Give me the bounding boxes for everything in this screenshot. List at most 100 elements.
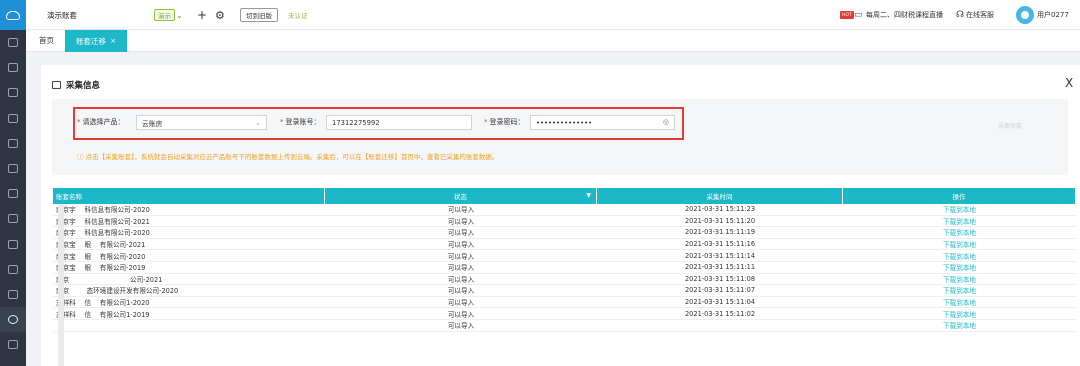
gear-icon[interactable]: ⚙ (215, 0, 225, 30)
cell-name: 南京宝 眼 有限公司-2021 (56, 241, 146, 250)
download-link[interactable]: 下载到本地 (843, 250, 1076, 261)
table-row: 南京宝 眼 有限公司-2020 可以导入 2021-03-31 15:11:14 下载… (53, 250, 1076, 262)
col-action: 操作 (843, 188, 1076, 204)
demo-badge: 演示 (154, 9, 175, 21)
cloud-logo-icon (6, 10, 20, 20)
panel-title-text: 采集信息 (66, 81, 101, 91)
collect-button[interactable]: 采集账套 (998, 121, 1022, 130)
download-link[interactable]: 下载到本地 (843, 227, 1076, 238)
salary-icon (8, 264, 18, 274)
chevron-down-icon: ⌄ (255, 119, 261, 127)
cash-icon (8, 289, 18, 299)
cell-time: 2021-03-31 15:11:08 (684, 274, 756, 283)
top-bar: 演示账套 演示 ⌄ + ⚙ 切到旧版 未认证 HOT ▭ 每周二、四财税课程直播… (26, 0, 1080, 30)
ledger-icon (8, 113, 18, 123)
nav-report[interactable] (0, 131, 26, 156)
tab-label: 账套迁移 (76, 36, 107, 46)
col-status[interactable]: 状态 ▼ (325, 188, 597, 204)
package-icon (52, 81, 61, 89)
download-link[interactable]: 下载到本地 (843, 320, 1076, 331)
password-input[interactable]: •••••••••••••• ◎ (530, 115, 675, 130)
table-row: 南京 态环境建设开发有限公司-2020 可以导入 2021-03-31 15:11:… (53, 285, 1076, 297)
cell-name: 苏祥科 信 有限公司1-2019 (56, 310, 150, 319)
unverified-status[interactable]: 未认证 (288, 0, 308, 30)
cell-time: 2021-03-31 15:11:11 (684, 263, 756, 272)
collect-form: * 请选择产品： 云账房 ⌄ * 登录账号： 17312275992 * 登录密码： … (52, 99, 1068, 175)
table-row: 苏祥科 信 有限公司1-2019 可以导入 2021-03-31 15:11:02 下… (53, 308, 1076, 320)
settings-icon (8, 315, 18, 325)
close-tab-icon[interactable]: × (110, 37, 116, 45)
export-icon (8, 340, 18, 350)
invoice-icon (8, 214, 18, 224)
cell-time (597, 320, 843, 331)
account-table: 账套名称 状态 ▼ 采集时间 操作 南京宇 科信息有限公司-2020 可以导入 20… (53, 188, 1076, 332)
cell-status: 可以导入 (447, 287, 475, 296)
download-link[interactable]: 下载到本地 (843, 239, 1076, 250)
cell-name: 南京 态环境建设开发有限公司-2020 (56, 287, 179, 296)
nav-invoice[interactable] (0, 206, 26, 231)
filter-icon[interactable]: ▼ (586, 192, 591, 199)
plus-icon[interactable]: + (197, 0, 207, 30)
password-label: * 登录密码： (484, 118, 525, 126)
download-link[interactable]: 下载到本地 (843, 285, 1076, 296)
cell-name: 苏祥科 信 有限公司1-2020 (56, 299, 150, 308)
cell-name: 南京宝 眼 有限公司-2020 (56, 252, 146, 261)
nav-book[interactable] (0, 181, 26, 206)
eye-off-icon[interactable]: ◎ (663, 118, 669, 126)
cell-status: 可以导入 (447, 206, 475, 215)
download-link[interactable]: 下载到本地 (843, 262, 1076, 273)
book-icon (8, 189, 18, 199)
tab-account-migration[interactable]: 账套迁移 × (65, 30, 127, 52)
table-row: 南京宝 眼 有限公司-2021 可以导入 2021-03-31 15:11:16 下载… (53, 239, 1076, 251)
nav-assets[interactable] (0, 156, 26, 181)
nav-salary[interactable] (0, 257, 26, 282)
cell-name (53, 320, 325, 331)
table-row: 南京宇 科信息有限公司-2021 可以导入 2021-03-31 15:11:20 下… (53, 216, 1076, 228)
cell-name: 南京 公司-2021 (56, 275, 163, 284)
headset-icon: ☊ (956, 10, 964, 20)
hint-text: ⓘ 点击【采集账套】，系统就会自动采集对应云产品账号下的账套数据上传到云端。采集… (77, 153, 499, 161)
chevron-down-icon[interactable]: ⌄ (176, 0, 183, 30)
product-select[interactable]: 云账房 ⌄ (136, 115, 267, 130)
assets-icon (8, 164, 18, 174)
home-icon (8, 38, 18, 48)
user-name[interactable]: 用户0277 (1037, 0, 1069, 30)
helpdesk-link[interactable]: 在线客服 (966, 0, 994, 30)
nav-home[interactable] (0, 30, 26, 55)
old-version-button[interactable]: 切到旧版 (240, 8, 278, 22)
table-row: 南京宇 科信息有限公司-2020 可以导入 2021-03-31 15:11:19 下… (53, 227, 1076, 239)
cell-time: 2021-03-31 15:11:02 (684, 309, 756, 318)
panel-title: 采集信息 (52, 77, 100, 93)
avatar[interactable] (1016, 6, 1034, 24)
left-rail (0, 0, 26, 366)
cell-time: 2021-03-31 15:11:23 (684, 205, 756, 214)
download-link[interactable]: 下载到本地 (843, 274, 1076, 285)
table-row: 可以导入 下载到本地 (53, 320, 1076, 332)
download-link[interactable]: 下载到本地 (843, 308, 1076, 319)
tab-home[interactable]: 首页 (39, 30, 54, 52)
account-input[interactable]: 17312275992 (326, 115, 472, 130)
download-link[interactable]: 下载到本地 (843, 216, 1076, 227)
nav-export[interactable] (0, 332, 26, 357)
cell-status: 可以导入 (447, 275, 475, 284)
nav-settings[interactable] (0, 307, 26, 333)
live-course-link[interactable]: 每周二、四财税课程直播 (866, 0, 943, 30)
nav-voucher[interactable] (0, 80, 26, 105)
col-name: 账套名称 (53, 188, 325, 204)
nav-tax[interactable] (0, 232, 26, 257)
download-link[interactable]: 下载到本地 (843, 297, 1076, 308)
voucher-icon (8, 88, 18, 98)
download-link[interactable]: 下载到本地 (843, 204, 1076, 215)
nav-home-2[interactable] (0, 55, 26, 80)
live-calendar-icon: ▭ (854, 10, 863, 20)
nav-ledger[interactable] (0, 106, 26, 131)
account-name[interactable]: 演示账套 (47, 0, 77, 30)
cell-status: 可以导入 (447, 229, 475, 238)
cell-status: 可以导入 (447, 217, 475, 226)
nav-cash[interactable] (0, 282, 26, 307)
tab-bar: 首页 账套迁移 × (26, 30, 1080, 52)
cell-name: 南京宇 科信息有限公司-2020 (56, 229, 150, 238)
app-logo[interactable] (0, 0, 26, 30)
collect-panel: 采集信息 X * 请选择产品： 云账房 ⌄ * 登录账号： 17312275992 … (41, 65, 1080, 366)
close-icon[interactable]: X (1065, 76, 1073, 90)
